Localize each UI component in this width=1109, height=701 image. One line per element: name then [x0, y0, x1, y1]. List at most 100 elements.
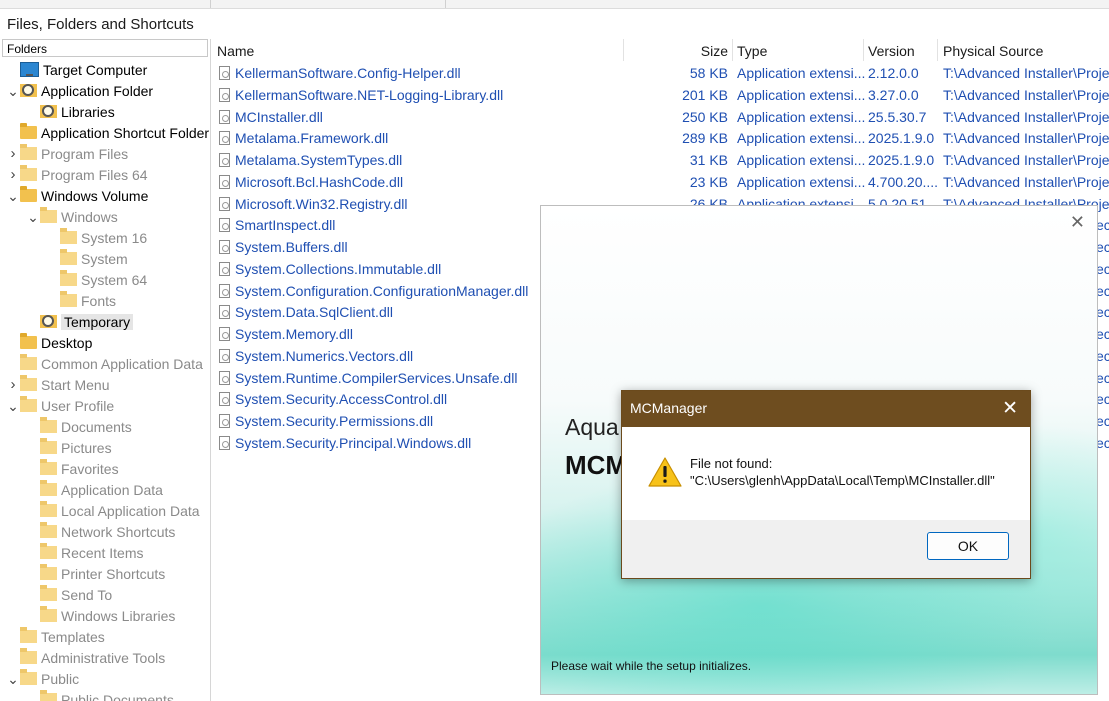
tree-item[interactable]: Fonts	[46, 290, 116, 311]
message-box-titlebar[interactable]: MCManager ✕	[622, 391, 1030, 427]
tree-item[interactable]: Desktop	[6, 332, 92, 353]
folder-icon	[40, 480, 57, 496]
folder-icon	[40, 522, 57, 538]
section-title: Files, Folders and Shortcuts	[7, 16, 194, 33]
tree-item[interactable]: Network Shortcuts	[26, 521, 175, 542]
tree-item-label: Fonts	[81, 292, 117, 309]
cell-physical-source: T:\Advanced Installer\Projec	[943, 130, 1109, 147]
tree-item[interactable]: Target Computer	[6, 59, 147, 80]
chevron-down-icon[interactable]: ⌄	[6, 399, 20, 413]
table-row[interactable]: Microsoft.Bcl.HashCode.dll 23 KB Applicati…	[213, 172, 1109, 193]
chevron-down-icon[interactable]: ⌄	[6, 672, 20, 686]
tree-item[interactable]: System 16	[46, 227, 147, 248]
cell-physical-source: T:\Advanced Installer\Projec	[943, 108, 1109, 125]
tree-item[interactable]: › Program Files	[6, 143, 128, 164]
chevron-down-icon[interactable]: ⌄	[26, 210, 40, 224]
tree-item[interactable]: › Program Files 64	[6, 164, 148, 185]
tree-item[interactable]: Application Data	[26, 479, 163, 500]
table-row[interactable]: Metalama.SystemTypes.dll 31 KB Application…	[213, 150, 1109, 171]
tree-item[interactable]: Public Documents	[26, 689, 174, 701]
folder-icon	[20, 165, 37, 181]
tree-item-label: Desktop	[41, 334, 93, 351]
table-row[interactable]: MCInstaller.dll 250 KB Application extensi…	[213, 107, 1109, 128]
tree-item[interactable]: ⌄ Public	[6, 668, 79, 689]
tree-item[interactable]: ⌄ Windows Volume	[6, 185, 148, 206]
cell-version: 25.5.30.7	[868, 108, 927, 125]
cell-name: System.Configuration.ConfigurationManage…	[235, 282, 529, 299]
ok-button[interactable]: OK	[927, 532, 1009, 560]
cell-type: Application extensi...	[737, 130, 866, 147]
tree-item[interactable]: Send To	[26, 584, 112, 605]
tree-item[interactable]: Pictures	[26, 437, 112, 458]
cell-name: System.Data.SqlClient.dll	[235, 304, 393, 321]
cell-name: System.Buffers.dll	[235, 239, 348, 255]
tree-item[interactable]: System	[46, 248, 128, 269]
tree-item-label: Documents	[61, 418, 132, 435]
tree-item[interactable]: Templates	[6, 626, 105, 647]
column-header-size[interactable]: Size	[623, 39, 728, 61]
tree-item[interactable]: Libraries	[26, 101, 115, 122]
tree-item[interactable]: ⌄ Windows	[26, 206, 118, 227]
cell-type: Application extensi...	[737, 152, 866, 168]
folder-icon	[20, 186, 37, 202]
cell-size: 201 KB	[682, 86, 728, 103]
cell-type: Application extensi...	[737, 86, 866, 103]
folder-icon	[40, 501, 57, 517]
column-header-physical-source[interactable]: Physical Source	[943, 39, 1043, 61]
tree-item-label: Application Shortcut Folder	[41, 124, 210, 141]
column-header-version[interactable]: Version	[868, 39, 915, 61]
tree-item[interactable]: Printer Shortcuts	[26, 563, 165, 584]
column-header-name[interactable]: Name	[217, 39, 254, 61]
cell-name: System.Memory.dll	[235, 326, 353, 342]
folder-icon	[20, 648, 37, 664]
tree-item[interactable]: System 64	[46, 269, 147, 290]
tree-item[interactable]: Favorites	[26, 458, 119, 479]
tree-item[interactable]: Common Application Data	[6, 353, 203, 374]
tree-item[interactable]: Administrative Tools	[6, 647, 165, 668]
cell-version: 2025.1.9.0	[868, 130, 935, 147]
message-box-close-icon[interactable]: ✕	[1002, 397, 1018, 420]
cell-name: MCInstaller.dll	[235, 108, 323, 125]
cell-size: 31 KB	[689, 152, 728, 168]
chevron-down-icon[interactable]: ⌄	[6, 189, 20, 203]
folders-header[interactable]: Folders	[2, 39, 208, 57]
dll-file-icon	[219, 327, 230, 341]
cell-type: Application extensi...	[737, 65, 866, 81]
cell-name: System.Security.Principal.Windows.dll	[235, 434, 472, 451]
tree-item[interactable]: ⌄ Application Folder	[6, 80, 153, 101]
search-folder-icon	[40, 315, 57, 328]
tree-item[interactable]: Application Shortcut Folder	[6, 122, 209, 143]
tree-item-label: Favorites	[61, 460, 119, 477]
chevron-right-icon[interactable]: ›	[6, 166, 20, 183]
table-row[interactable]: KellermanSoftware.Config-Helper.dll 58 KB…	[213, 63, 1109, 84]
tree-item-label: Network Shortcuts	[61, 523, 176, 540]
tree-item-label: Application Folder	[41, 82, 154, 99]
dll-file-icon	[219, 218, 230, 233]
setup-close-icon[interactable]: ✕	[1070, 212, 1085, 233]
tree-item[interactable]: Recent Items	[26, 542, 143, 563]
tree-item[interactable]: ⌄ User Profile	[6, 395, 114, 416]
cell-type: Application extensi...	[737, 173, 866, 190]
tree-item[interactable]: Windows Libraries	[26, 605, 175, 626]
tree-item-label: Administrative Tools	[41, 649, 166, 666]
tree-item-label: Target Computer	[43, 61, 148, 78]
setup-product-text: MCM	[565, 450, 628, 480]
tree-item[interactable]: Documents	[26, 416, 132, 437]
chevron-right-icon[interactable]: ›	[6, 145, 20, 162]
dll-file-icon	[219, 109, 230, 124]
tree-item[interactable]: › Start Menu	[6, 374, 109, 395]
tree-item-label: Windows Volume	[41, 187, 149, 204]
column-header-type[interactable]: Type	[737, 39, 767, 61]
message-text-path: "C:\Users\glenh\AppData\Local\Temp\MCIns…	[690, 473, 995, 488]
chevron-down-icon[interactable]: ⌄	[6, 84, 20, 98]
table-row[interactable]: Metalama.Framework.dll 289 KB Application …	[213, 128, 1109, 149]
table-row[interactable]: KellermanSoftware.NET-Logging-Library.dl…	[213, 85, 1109, 106]
chevron-right-icon[interactable]: ›	[6, 376, 20, 393]
folder-icon	[20, 627, 37, 643]
cell-version: 4.700.20....	[868, 173, 939, 190]
dll-file-icon	[219, 348, 230, 363]
tree-item[interactable]: Local Application Data	[26, 500, 200, 521]
tree-item[interactable]: Temporary	[26, 311, 134, 332]
search-folder-icon	[20, 84, 37, 97]
tree-item-label: Public	[41, 670, 80, 687]
